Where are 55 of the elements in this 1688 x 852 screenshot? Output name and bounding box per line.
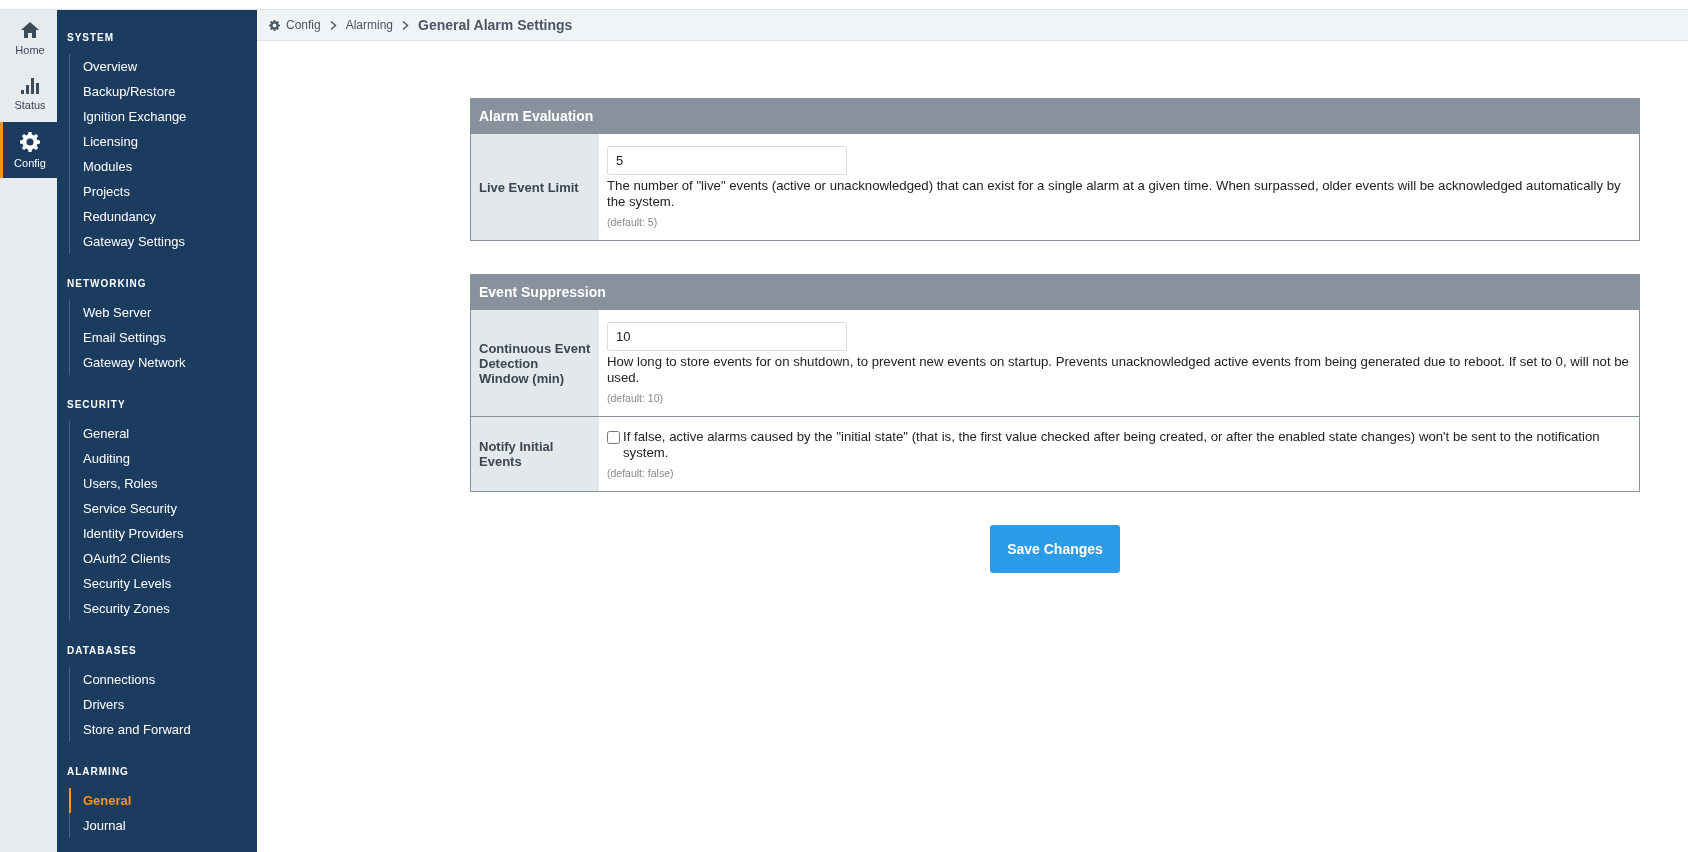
settings-icon xyxy=(20,131,40,152)
field-description: The number of "live" events (active or unacknowledged) that can exist for a single alarm at a given time. When surpassed, older events will be acknowledged automatically by the system. xyxy=(607,178,1621,209)
chevron-right-icon xyxy=(329,20,337,30)
sidebar-item[interactable]: Web Server xyxy=(70,300,257,325)
sidebar-item[interactable]: Projects xyxy=(70,179,257,204)
sidebar-item[interactable]: General xyxy=(69,788,257,813)
sidebar-item[interactable]: Journal xyxy=(70,813,257,838)
sidebar-item[interactable]: Connections xyxy=(70,667,257,692)
sidebar-item[interactable]: Licensing xyxy=(70,129,257,154)
sidebar-item[interactable]: Redundancy xyxy=(70,204,257,229)
nav-tab[interactable]: Status xyxy=(0,66,57,122)
section-heading: SYSTEM xyxy=(66,31,116,45)
breadcrumb-link[interactable]: Config xyxy=(269,18,321,32)
page-title: General Alarm Settings xyxy=(418,17,573,33)
home-icon xyxy=(20,20,40,39)
sidebar-item[interactable]: Security Zones xyxy=(70,596,257,621)
sidebar-item[interactable]: OAuth2 Clients xyxy=(70,546,257,571)
sidebar-item[interactable]: Store and Forward xyxy=(70,717,257,742)
input-field[interactable]: 10 xyxy=(607,322,847,351)
sidebar-item[interactable]: Backup/Restore xyxy=(70,79,257,104)
settings-icon xyxy=(269,19,280,31)
chevron-right-icon xyxy=(402,20,410,30)
input-field[interactable]: 5 xyxy=(607,146,847,175)
field-description: If false, active alarms caused by the "initial state" (that is, the first value checked after being created, or after the enabled state changes) won't be sent to the notification system. xyxy=(623,429,1601,461)
sidebar-item[interactable]: Identity Providers xyxy=(70,521,257,546)
sidebar-item[interactable]: Modules xyxy=(70,154,257,179)
nav-tab[interactable]: Config xyxy=(0,122,57,178)
sidebar-item[interactable]: Gateway Settings xyxy=(70,229,257,254)
sidebar-item[interactable]: Gateway Network xyxy=(70,350,257,375)
default-hint: (default: false) xyxy=(607,466,675,481)
sidebar-item[interactable]: Security Levels xyxy=(70,571,257,596)
checkbox[interactable] xyxy=(607,431,620,444)
default-hint: (default: 5) xyxy=(607,215,659,230)
nav-tab[interactable]: Home xyxy=(0,10,57,66)
field-label: Notify Initial Events xyxy=(479,439,555,469)
section-heading: ALARMING xyxy=(66,765,130,779)
field-label: Continuous Event Detection Window (min) xyxy=(479,340,591,386)
default-hint: (default: 10) xyxy=(607,391,665,406)
sidebar-item[interactable]: Drivers xyxy=(70,692,257,717)
sidebar-item[interactable]: Email Settings xyxy=(70,325,257,350)
bar-chart-icon xyxy=(21,77,39,94)
panel-header: Event Suppression xyxy=(471,275,1639,309)
sidebar-item[interactable]: Service Security xyxy=(70,496,257,521)
sidebar-item[interactable]: General xyxy=(70,421,257,446)
sidebar-item[interactable]: Ignition Exchange xyxy=(70,104,257,129)
section-heading: DATABASES xyxy=(66,644,138,658)
breadcrumb-link[interactable]: Alarming xyxy=(345,18,394,32)
sidebar-item[interactable]: Auditing xyxy=(70,446,257,471)
section-heading: NETWORKING xyxy=(66,277,148,291)
sidebar-item[interactable]: Overview xyxy=(70,54,257,79)
field-label: Live Event Limit xyxy=(479,179,579,195)
panel-header: Alarm Evaluation xyxy=(471,99,1639,133)
section-heading: SECURITY xyxy=(66,398,127,412)
field-description: How long to store events for on shutdown, to prevent new events on startup. Prevents unacknowledged active events from being generated due to reboot. If set to 0, will not be used. xyxy=(607,354,1629,385)
sidebar-item[interactable]: Users, Roles xyxy=(70,471,257,496)
